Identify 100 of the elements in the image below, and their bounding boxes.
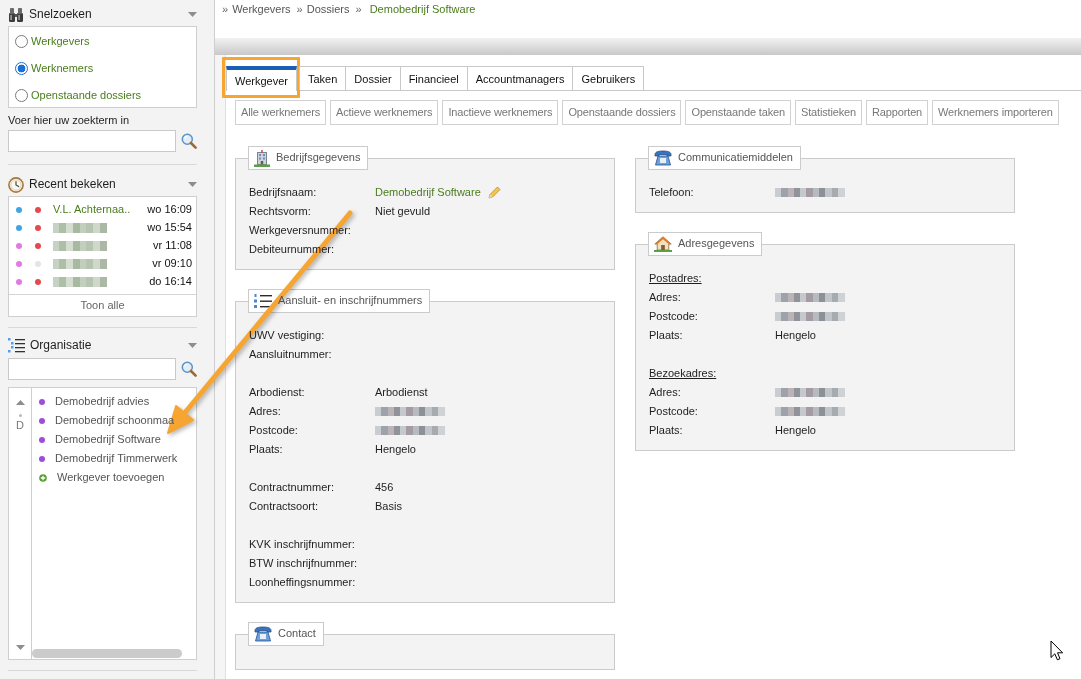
field-value: Hengelo <box>775 423 816 438</box>
breadcrumb-separator: » <box>296 3 303 17</box>
tab[interactable]: Werkgever <box>226 66 297 91</box>
search-icon[interactable] <box>181 361 197 377</box>
field-label: Plaats: <box>649 423 684 438</box>
field-value: Niet gevuld <box>375 204 431 219</box>
mouse-pointer-icon <box>1050 640 1063 661</box>
field-label: Contractsoort: <box>249 499 320 514</box>
recent-time: vr 09:10 <box>152 257 193 271</box>
blurred-text <box>375 426 445 435</box>
tab[interactable]: Taken <box>299 66 347 90</box>
recent-time: wo 16:09 <box>147 203 193 217</box>
field-label: Adres: <box>649 385 682 400</box>
subtab-button[interactable]: Alle werknemers <box>235 100 327 125</box>
blurred-text <box>775 312 845 321</box>
search-label: Voer hier uw zoekterm in <box>8 114 131 127</box>
recent-item-link[interactable]: V.L. Achternaa.. <box>53 203 131 217</box>
binoculars-icon <box>8 7 24 22</box>
list-icon <box>8 338 25 353</box>
field-value: Basis <box>375 499 402 514</box>
field-label: Bedrijfsnaam: <box>249 185 318 200</box>
blurred-text <box>775 293 845 302</box>
bullet-icon <box>39 417 45 424</box>
field-label: Adres: <box>649 290 682 305</box>
radio-label[interactable]: Openstaande dossiers <box>31 88 142 103</box>
bullet-icon <box>39 455 45 462</box>
subtab-button[interactable]: Rapporten <box>866 100 929 125</box>
organisation-item[interactable]: Werkgever toevoegen <box>57 470 165 485</box>
field-value: 456 <box>375 480 394 495</box>
blurred-text <box>375 407 445 416</box>
telephone-icon <box>654 150 672 166</box>
subtab-button[interactable]: Inactieve werknemers <box>442 100 559 125</box>
blurred-text <box>775 407 845 416</box>
breadcrumb-link[interactable]: Demobedrijf Software <box>369 3 476 17</box>
field-label: BTW inschrijfnummer: <box>249 556 359 571</box>
field-label: Postcode: <box>649 309 699 324</box>
field-label: Postcode: <box>249 423 299 438</box>
organisation-item[interactable]: Demobedrijf Timmerwerk <box>55 451 178 466</box>
bullet-icon <box>39 398 45 405</box>
house-icon <box>654 236 672 252</box>
group-heading: Bezoekadres: <box>649 366 717 381</box>
radio-label[interactable]: Werkgevers <box>31 34 90 49</box>
radio-button[interactable] <box>15 89 28 102</box>
field-label: Aansluitnummer: <box>249 347 333 362</box>
blurred-text <box>775 388 845 397</box>
group-heading: Postadres: <box>649 271 702 286</box>
breadcrumb-separator: » <box>222 3 229 17</box>
panel-title: Bedrijfsgegevens <box>276 151 361 165</box>
subtab-button[interactable]: Statistieken <box>794 100 863 125</box>
clock-icon <box>8 176 24 193</box>
bullet-icon <box>39 436 45 443</box>
tab[interactable]: Gebruikers <box>572 66 645 90</box>
search-field[interactable] <box>8 358 176 380</box>
breadcrumb-link[interactable]: Dossiers <box>306 3 350 17</box>
scroll-up-icon[interactable] <box>15 400 25 405</box>
panel-title: Communicatiemiddelen <box>678 151 793 165</box>
section-title: Organisatie <box>30 338 92 353</box>
breadcrumb-link[interactable]: Werkgevers <box>232 3 291 17</box>
scroll-down-icon[interactable] <box>15 645 25 650</box>
recent-time: do 16:14 <box>149 275 193 289</box>
search-field[interactable] <box>8 130 176 152</box>
recent-time: vr 11:08 <box>153 239 193 253</box>
field-label: KVK inschrijfnummer: <box>249 537 356 552</box>
radio-button[interactable] <box>15 62 28 75</box>
caret-icon[interactable] <box>188 12 197 17</box>
blurred-text <box>775 188 845 197</box>
radio-label[interactable]: Werknemers <box>31 61 94 76</box>
numbered-list-icon <box>254 293 272 309</box>
subtab-button[interactable]: Werknemers importeren <box>932 100 1059 125</box>
section-title: Recent bekeken <box>29 177 116 192</box>
field-label: Telefoon: <box>649 185 695 200</box>
panel-title: Contact <box>278 627 316 641</box>
scrollbar[interactable] <box>32 649 182 658</box>
field-label: Contractnummer: <box>249 480 335 495</box>
caret-icon[interactable] <box>188 343 197 348</box>
plus-icon <box>39 473 47 482</box>
search-icon[interactable] <box>181 133 197 149</box>
field-label: Postcode: <box>649 404 699 419</box>
telephone-icon <box>254 626 272 642</box>
field-label: Loonheffingsnummer: <box>249 575 357 590</box>
field-label: Plaats: <box>649 328 684 343</box>
panel-title: Adresgegevens <box>678 237 755 251</box>
field-label: Plaats: <box>249 442 284 457</box>
field-value: Arbodienst <box>375 385 428 400</box>
subtab-button[interactable]: Openstaande taken <box>685 100 791 125</box>
dot-icon <box>18 414 22 417</box>
field-value: Hengelo <box>775 328 816 343</box>
field-link[interactable]: Demobedrijf Software <box>375 185 481 200</box>
caret-icon[interactable] <box>188 182 197 187</box>
subtab-button[interactable]: Openstaande dossiers <box>562 100 682 125</box>
index-letter[interactable]: D <box>16 419 24 433</box>
breadcrumb-separator: » <box>355 3 362 17</box>
organisation-item[interactable]: Demobedrijf advies <box>55 394 150 409</box>
radio-button[interactable] <box>15 35 28 48</box>
field-label: Rechtsvorm: <box>249 204 312 219</box>
subtab-button[interactable]: Actieve werknemers <box>330 100 439 125</box>
organisation-item[interactable]: Demobedrijf Software <box>55 432 161 447</box>
pencil-icon[interactable] <box>487 186 501 199</box>
recent-time: wo 15:54 <box>147 221 193 235</box>
building-icon <box>254 149 270 167</box>
